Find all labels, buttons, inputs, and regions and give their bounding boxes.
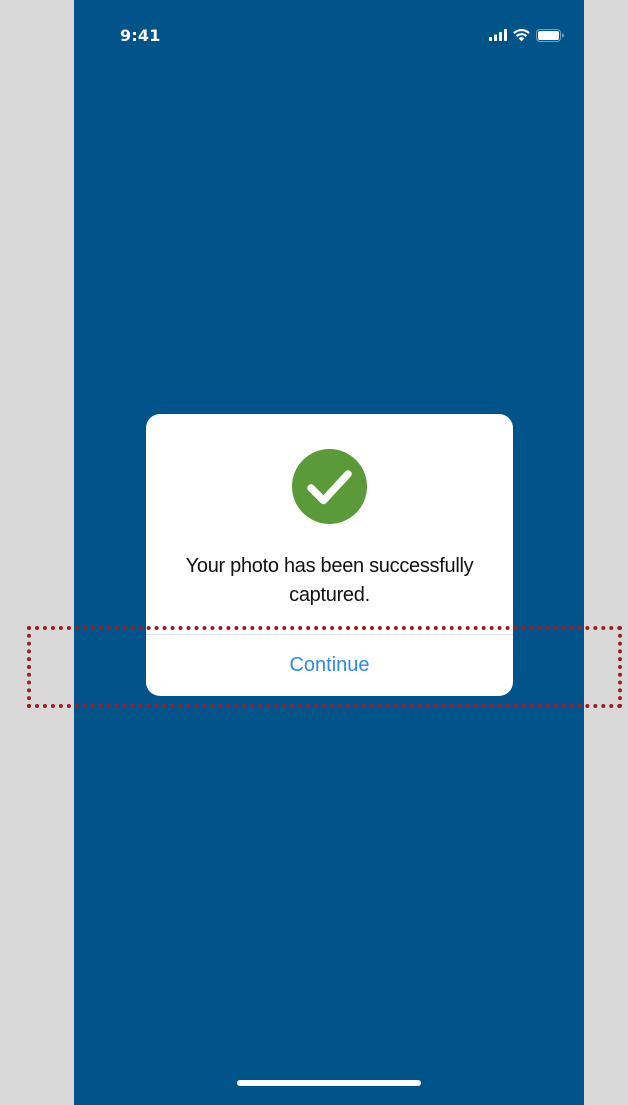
- status-time: 9:41: [120, 26, 161, 45]
- home-indicator: [237, 1080, 421, 1086]
- wifi-icon: [513, 28, 530, 42]
- battery-icon: [536, 28, 564, 42]
- dialog-message: Your photo has been successfully capture…: [185, 555, 474, 606]
- status-icons: [489, 26, 564, 44]
- phone-screen: 9:41 Your photo has been successfully ca…: [74, 0, 584, 1105]
- signal-icon: [489, 29, 507, 41]
- success-dialog: Your photo has been successfully capture…: [146, 414, 513, 696]
- check-circle-icon: [292, 449, 367, 524]
- status-bar: 9:41: [74, 0, 584, 70]
- continue-button[interactable]: Continue: [146, 635, 513, 696]
